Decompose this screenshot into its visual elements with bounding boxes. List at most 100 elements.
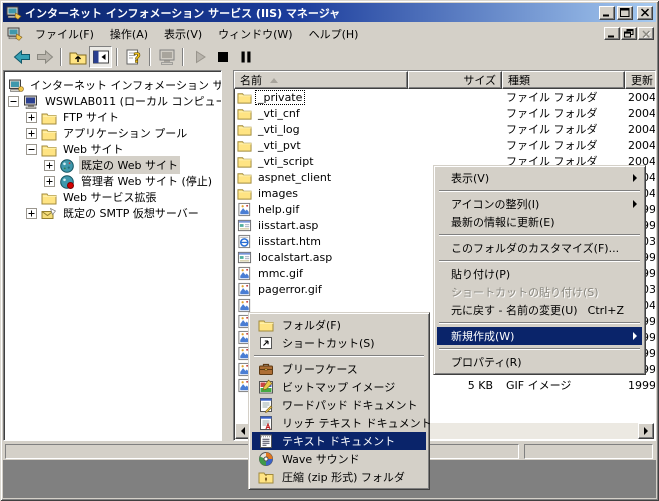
menubar-item-2[interactable]: 操作(A) bbox=[102, 23, 156, 45]
back-icon bbox=[12, 47, 32, 67]
submenu-item[interactable]: テキスト ドキュメント bbox=[252, 432, 426, 450]
tree-expander[interactable] bbox=[26, 208, 37, 219]
tree-item[interactable]: Web サイト bbox=[4, 141, 221, 157]
list-header: 名前 サイズ種類更新 bbox=[234, 71, 655, 89]
menubar-item-3[interactable]: 表示(V) bbox=[156, 23, 210, 45]
briefcase-icon bbox=[258, 361, 274, 377]
tree-item[interactable]: 管理者 Web サイト (停止) bbox=[4, 173, 221, 189]
tree-item[interactable]: 既定の SMTP 仮想サーバー bbox=[4, 205, 221, 221]
mdi-minimize-button[interactable] bbox=[604, 27, 620, 40]
maximize-button[interactable] bbox=[617, 6, 633, 20]
back-button[interactable] bbox=[10, 46, 33, 68]
wordpad-icon bbox=[258, 397, 274, 413]
context-menu-item[interactable]: プロパティ(R) bbox=[437, 353, 642, 371]
file-name: help.gif bbox=[256, 203, 301, 216]
menu-separator bbox=[254, 355, 424, 357]
context-menu-item-label: 表示(V) bbox=[451, 170, 489, 186]
file-date-cell: 1999 bbox=[625, 379, 656, 392]
close-button[interactable] bbox=[637, 6, 653, 20]
tree-expander[interactable] bbox=[26, 112, 37, 123]
column-header-1[interactable]: 名前 bbox=[234, 71, 408, 89]
submenu-item[interactable]: 圧縮 (zip 形式) フォルダ bbox=[252, 468, 426, 486]
show-hide-console-tree-button[interactable] bbox=[89, 46, 112, 68]
menu-separator bbox=[439, 190, 640, 192]
column-header-3[interactable]: 種類 bbox=[502, 71, 625, 89]
tree-item[interactable]: 既定の Web サイト bbox=[4, 157, 221, 173]
context-menu-item[interactable]: アイコンの整列(I) bbox=[437, 195, 642, 213]
context-menu-item[interactable]: 貼り付け(P) bbox=[437, 265, 642, 283]
connect-computer-button[interactable] bbox=[155, 46, 178, 68]
connect-computer-icon bbox=[157, 47, 177, 67]
submenu-item[interactable]: ビットマップ イメージ bbox=[252, 378, 426, 396]
tree-expander[interactable] bbox=[8, 96, 19, 107]
table-row[interactable]: _vti_logファイル フォルダ2004 bbox=[234, 121, 655, 137]
mdi-restore-button[interactable] bbox=[621, 27, 637, 40]
submenu-item[interactable]: Wave サウンド bbox=[252, 450, 426, 468]
file-name-cell: mmc.gif bbox=[234, 266, 408, 281]
forward-button[interactable] bbox=[33, 46, 56, 68]
submenu-item[interactable]: フォルダ(F) bbox=[252, 316, 426, 334]
file-name: aspnet_client bbox=[256, 171, 333, 184]
minimize-button[interactable] bbox=[599, 6, 615, 20]
tree-item[interactable]: インターネット インフォメーション サービス bbox=[4, 77, 221, 93]
table-row[interactable]: _vti_cnfファイル フォルダ2004 bbox=[234, 105, 655, 121]
folder-icon bbox=[41, 142, 57, 157]
toolbar-separator bbox=[149, 48, 151, 66]
tree-item[interactable]: WSWLAB011 (ローカル コンピュータ) bbox=[4, 93, 221, 109]
up-one-level-button[interactable] bbox=[66, 46, 89, 68]
context-menu-item-label: 貼り付け(P) bbox=[451, 266, 510, 282]
site-icon bbox=[59, 158, 75, 173]
file-name-cell: _vti_log bbox=[234, 122, 408, 137]
context-menu-item[interactable]: ショートカットの貼り付け(S) bbox=[437, 283, 642, 301]
submenu-item-label: ショートカット(S) bbox=[282, 335, 375, 351]
bitmap-icon bbox=[258, 379, 274, 395]
submenu-item-label: ビットマップ イメージ bbox=[282, 379, 395, 395]
context-menu-item[interactable]: 表示(V) bbox=[437, 169, 642, 187]
column-header-2[interactable]: サイズ bbox=[408, 71, 502, 89]
column-header-label: サイズ bbox=[463, 72, 496, 88]
table-row[interactable]: _privateファイル フォルダ2004 bbox=[234, 89, 655, 105]
tree-expander[interactable] bbox=[44, 176, 55, 187]
folder-icon bbox=[41, 110, 57, 125]
tree-expander[interactable] bbox=[26, 128, 37, 139]
mdi-close-button[interactable] bbox=[638, 27, 654, 40]
context-menu-item[interactable]: 新規作成(W) bbox=[437, 327, 642, 345]
submenu-item[interactable]: ショートカット(S) bbox=[252, 334, 426, 352]
menubar-item-4[interactable]: ウィンドウ(W) bbox=[210, 23, 300, 45]
column-header-label: 名前 bbox=[240, 72, 262, 88]
forward-icon bbox=[35, 47, 55, 67]
submenu-item-label: Wave サウンド bbox=[282, 451, 360, 467]
submenu-item[interactable]: リッチ テキスト ドキュメント bbox=[252, 414, 426, 432]
file-type-cell: ファイル フォルダ bbox=[502, 89, 625, 105]
file-name-cell: _private bbox=[234, 90, 408, 105]
help-button[interactable]: ? bbox=[122, 46, 145, 68]
table-row[interactable]: _vti_pvtファイル フォルダ2004 bbox=[234, 137, 655, 153]
toolbar-separator bbox=[60, 48, 62, 66]
submenu-item[interactable]: ブリーフケース bbox=[252, 360, 426, 378]
start-item-button[interactable] bbox=[188, 46, 211, 68]
pause-item-button[interactable] bbox=[234, 46, 257, 68]
toolbar-separator bbox=[116, 48, 118, 66]
tree-expander[interactable] bbox=[44, 160, 55, 171]
menu-separator bbox=[439, 322, 640, 324]
console-icon bbox=[8, 78, 24, 93]
menu-separator bbox=[439, 260, 640, 262]
tree-expander[interactable] bbox=[26, 144, 37, 155]
tree-item[interactable]: アプリケーション プール bbox=[4, 125, 221, 141]
context-menu-item[interactable]: 最新の情報に更新(E) bbox=[437, 213, 642, 231]
menu-separator bbox=[439, 348, 640, 350]
scroll-right-button[interactable] bbox=[638, 423, 654, 439]
htm-icon bbox=[237, 234, 252, 249]
menubar-item-5[interactable]: ヘルプ(H) bbox=[301, 23, 367, 45]
column-header-4[interactable]: 更新 bbox=[625, 71, 656, 89]
context-menu-item[interactable]: 元に戻す - 名前の変更(U)Ctrl+Z bbox=[437, 301, 642, 319]
tree-item[interactable]: FTP サイト bbox=[4, 109, 221, 125]
submenu-item[interactable]: ワードパッド ドキュメント bbox=[252, 396, 426, 414]
computer-icon bbox=[23, 94, 39, 109]
stop-item-button[interactable] bbox=[211, 46, 234, 68]
menubar-item-1[interactable]: ファイル(F) bbox=[27, 23, 102, 45]
tree-item[interactable]: Web サービス拡張 bbox=[4, 189, 221, 205]
context-menu-item-label: このフォルダのカスタマイズ(F)... bbox=[451, 240, 619, 256]
folder-icon bbox=[237, 170, 252, 185]
context-menu-item[interactable]: このフォルダのカスタマイズ(F)... bbox=[437, 239, 642, 257]
